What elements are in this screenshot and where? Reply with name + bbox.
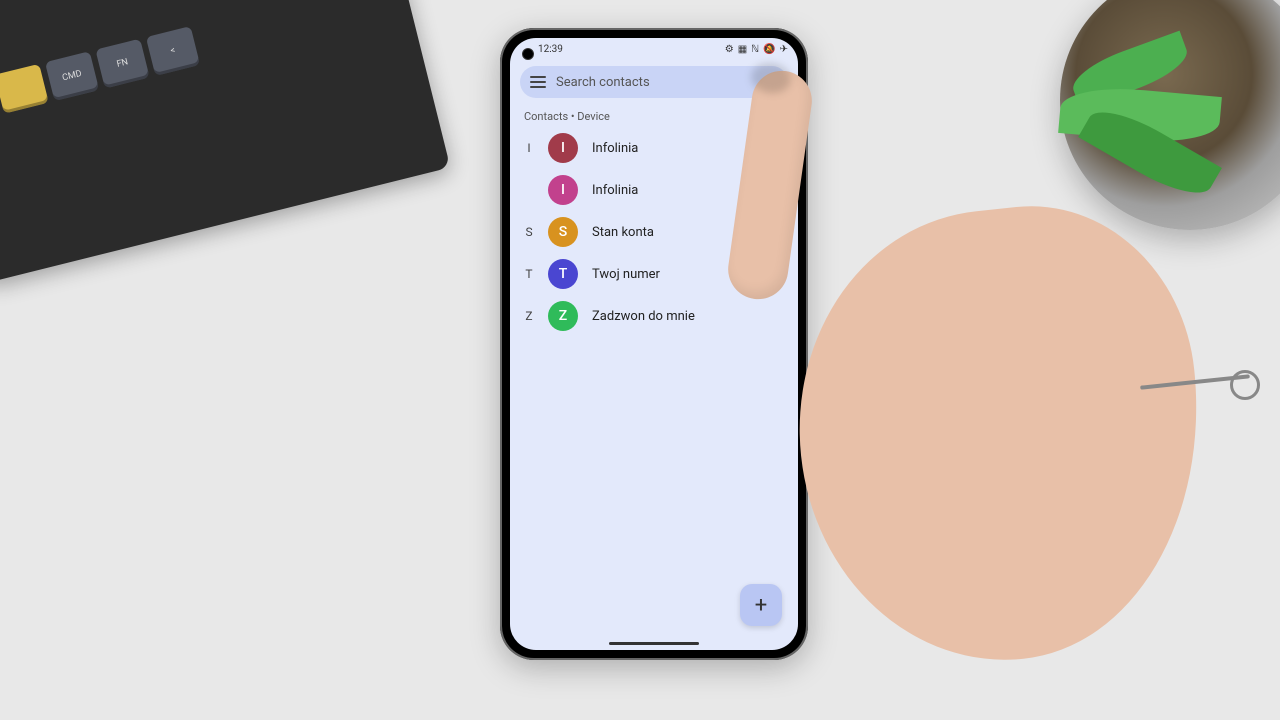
contact-name: Infolinia xyxy=(592,141,638,156)
front-camera xyxy=(522,48,534,60)
contact-name: Zadzwon do mnie xyxy=(592,309,695,324)
contact-row[interactable]: Z Z Zadzwon do mnie xyxy=(510,295,798,337)
mute-icon: 🔕 xyxy=(763,44,775,55)
contact-avatar: S xyxy=(548,217,578,247)
contact-row[interactable]: I I Infolinia xyxy=(510,127,798,169)
phone-device: 12:39 ⚙ ▦ ℕ 🔕 ✈ Search contacts Contacts… xyxy=(500,28,808,660)
app-icon: ▦ xyxy=(738,44,747,55)
contact-row[interactable]: T T Twoj numer xyxy=(510,253,798,295)
keyboard-key-fn: FN xyxy=(95,39,149,89)
search-bar[interactable]: Search contacts xyxy=(520,66,788,98)
search-input[interactable]: Search contacts xyxy=(556,75,761,90)
section-index-letter: T xyxy=(524,267,534,281)
add-contact-button[interactable]: + xyxy=(740,584,782,626)
contact-row[interactable]: I Infolinia xyxy=(510,169,798,211)
sim-eject-tool-ring xyxy=(1230,370,1260,400)
more-options-icon[interactable] xyxy=(771,76,778,89)
section-label: Contacts • Device xyxy=(510,104,798,127)
contact-name: Infolinia xyxy=(592,183,638,198)
contact-avatar: I xyxy=(548,175,578,205)
status-bar: 12:39 ⚙ ▦ ℕ 🔕 ✈ xyxy=(510,38,798,60)
contact-name: Stan konta xyxy=(592,225,654,240)
contact-avatar: T xyxy=(548,259,578,289)
contact-name: Twoj numer xyxy=(592,267,660,282)
section-index-letter: S xyxy=(524,225,534,239)
contact-avatar: Z xyxy=(548,301,578,331)
plant-pot xyxy=(1060,0,1280,230)
contact-avatar: I xyxy=(548,133,578,163)
airplane-icon: ✈ xyxy=(780,44,788,55)
contact-row[interactable]: S S Stan konta xyxy=(510,211,798,253)
plus-icon: + xyxy=(755,593,767,618)
keyboard-key-cmd: CMD xyxy=(45,51,99,101)
settings-icon: ⚙ xyxy=(725,44,734,55)
menu-icon[interactable] xyxy=(530,76,546,88)
phone-screen: 12:39 ⚙ ▦ ℕ 🔕 ✈ Search contacts Contacts… xyxy=(510,38,798,650)
section-index-letter: I xyxy=(524,141,534,155)
status-time: 12:39 xyxy=(538,44,563,55)
external-keyboard: CMD FN < xyxy=(0,0,450,283)
section-index-letter: Z xyxy=(524,309,534,323)
keyboard-key xyxy=(0,64,49,114)
gesture-bar[interactable] xyxy=(609,642,699,645)
keyboard-key-left: < xyxy=(146,26,200,76)
nfc-icon: ℕ xyxy=(751,44,759,55)
contacts-list[interactable]: I I Infolinia I Infolinia S S Stan konta… xyxy=(510,127,798,650)
